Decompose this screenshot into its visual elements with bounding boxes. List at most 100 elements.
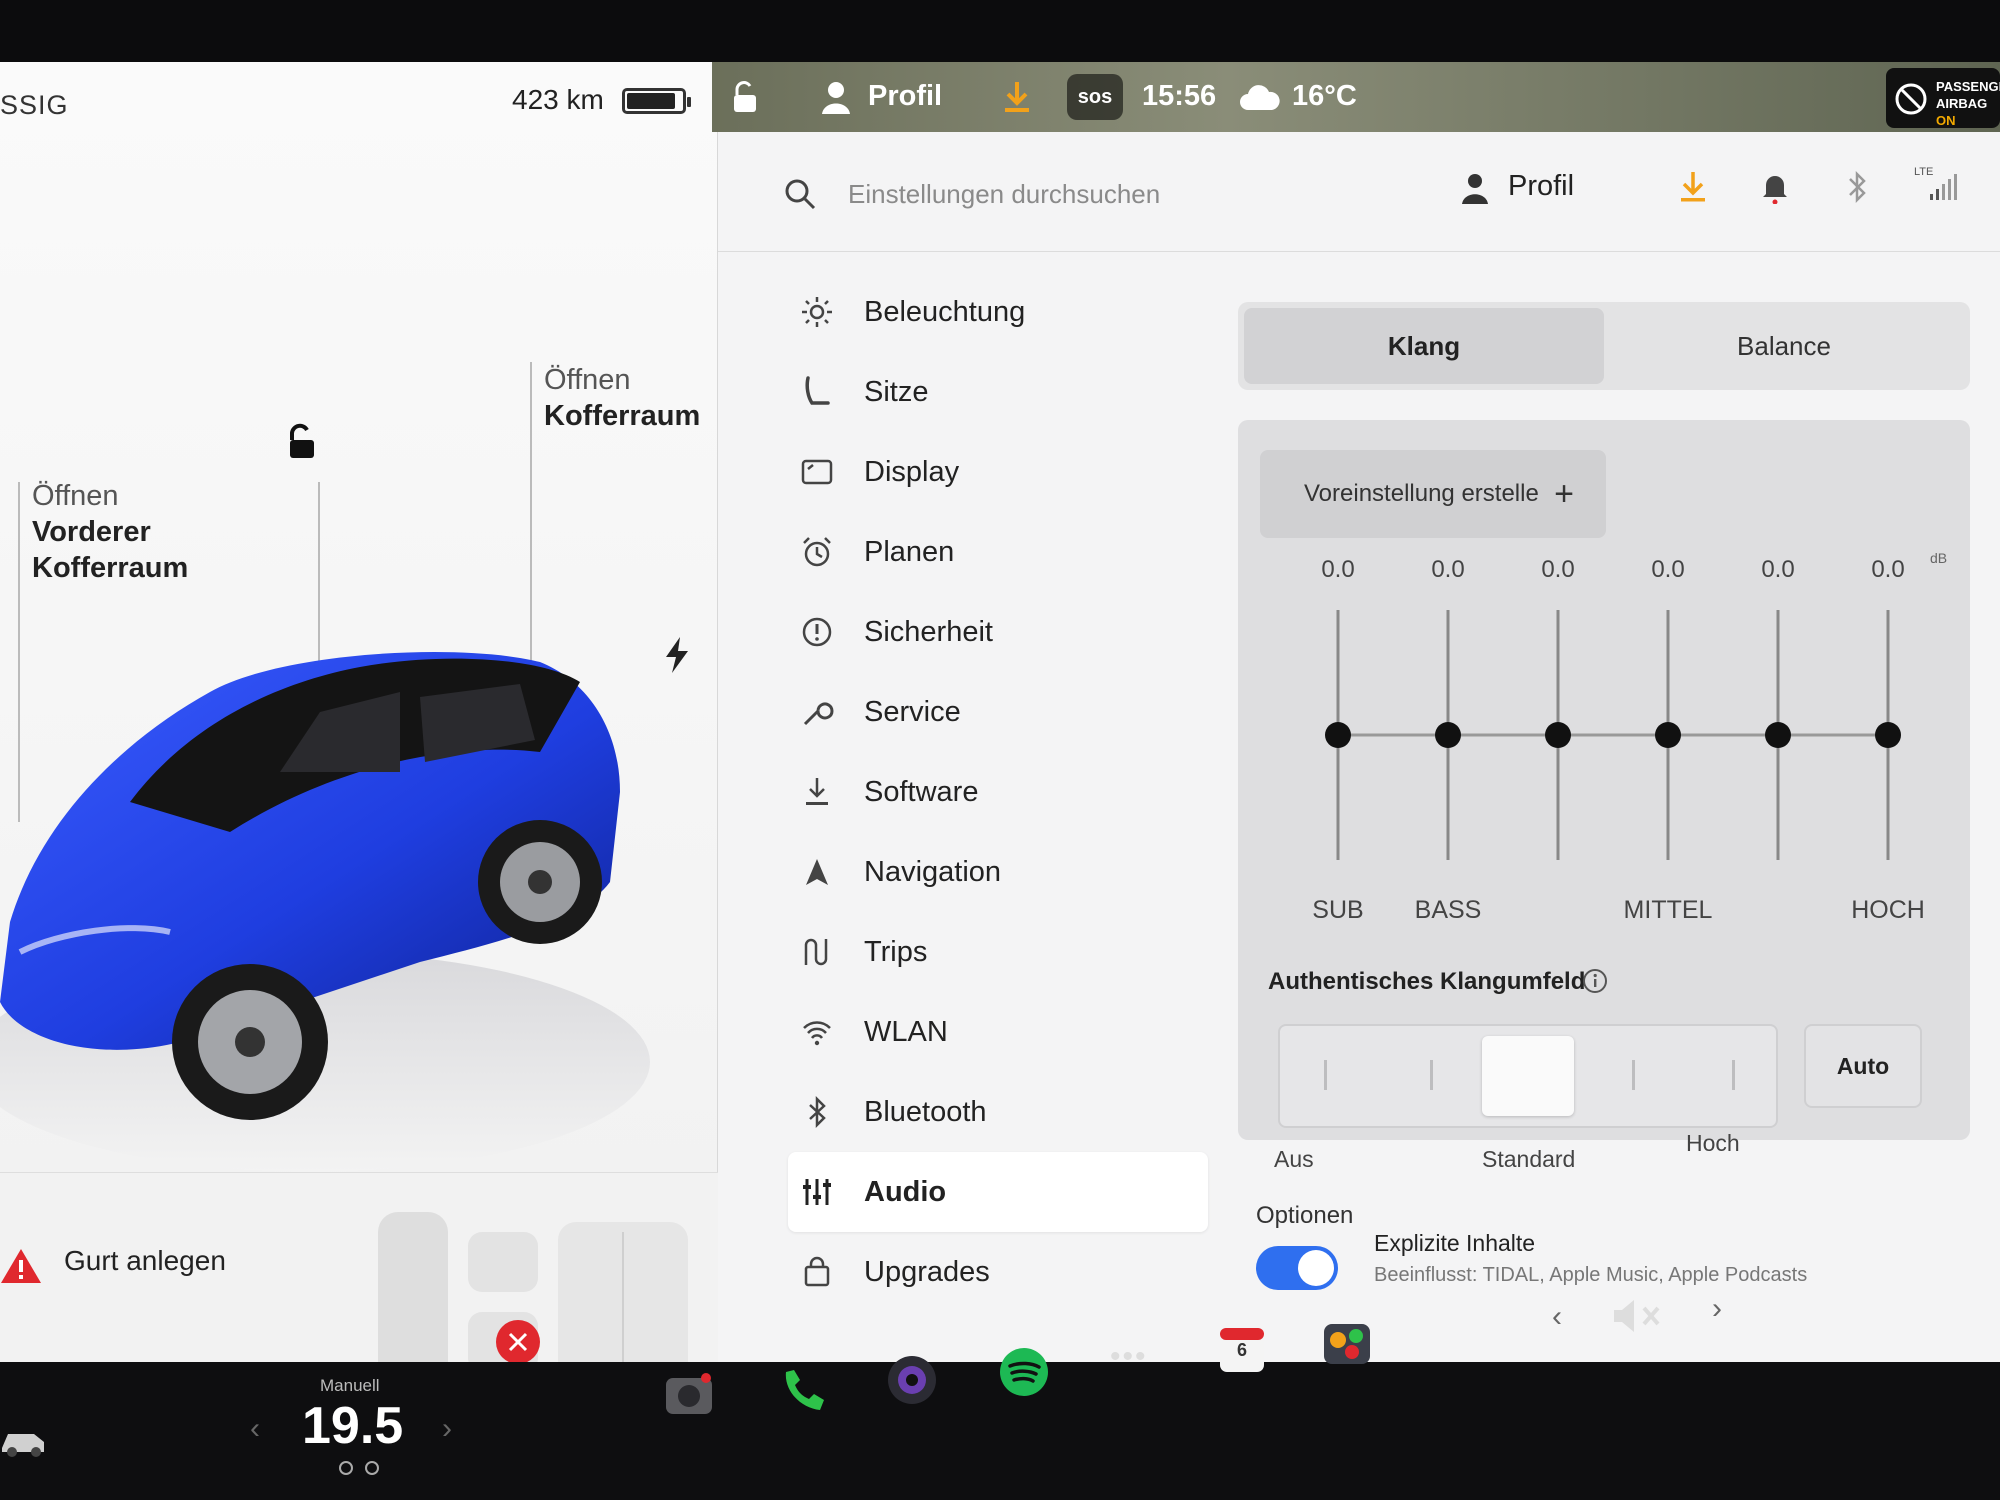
car-controls-icon[interactable] xyxy=(0,1420,48,1460)
camera-icon[interactable] xyxy=(664,1370,714,1416)
menu-item-software[interactable]: Software xyxy=(788,752,1208,832)
settings-menu: Beleuchtung Sitze Display Planen Sicherh… xyxy=(788,272,1208,1312)
bluetooth-icon[interactable] xyxy=(1840,170,1874,204)
volume-muted-icon[interactable] xyxy=(1612,1298,1666,1334)
menu-label-planen: Planen xyxy=(864,535,955,568)
notification-bell-icon[interactable] xyxy=(1758,170,1792,204)
menu-label-display: Display xyxy=(864,455,960,488)
signal-strength-icon xyxy=(1930,174,1957,200)
seat-heater-icon[interactable] xyxy=(334,1460,384,1476)
header-profile-label[interactable]: Profil xyxy=(1508,170,1574,203)
open-trunk-line1: Öffnen xyxy=(544,364,631,396)
equalizer-sliders[interactable] xyxy=(1238,530,1970,890)
menu-label-service: Service xyxy=(864,695,961,728)
create-preset-label: Voreinstellung erstelle xyxy=(1304,480,1539,507)
soundfield-auto-button[interactable]: Auto xyxy=(1804,1024,1922,1108)
settings-panel: Profil LTE xyxy=(718,132,2000,1362)
menu-item-planen[interactable]: Planen xyxy=(788,512,1208,592)
airbag-line1: PASSENGE xyxy=(1936,79,2000,94)
alarm-clock-icon xyxy=(803,537,831,567)
more-apps-icon[interactable]: ••• xyxy=(1110,1340,1148,1374)
battery-icon xyxy=(622,88,691,114)
brightness-icon xyxy=(802,297,832,327)
settings-search-input[interactable] xyxy=(848,176,1368,212)
menu-item-upgrades[interactable]: Upgrades xyxy=(788,1232,1208,1312)
trips-icon xyxy=(804,938,828,966)
spotify-icon[interactable] xyxy=(998,1346,1050,1398)
download-icon[interactable] xyxy=(1002,80,1032,114)
car-3d-model xyxy=(0,652,650,1172)
download-icon xyxy=(806,778,828,805)
create-preset-button[interactable]: Voreinstellung erstelle + xyxy=(1260,450,1606,538)
eq-handle-mittel[interactable] xyxy=(1655,722,1681,748)
alert-circle-icon xyxy=(802,617,832,647)
soundfield-tick xyxy=(1632,1060,1635,1090)
display-icon xyxy=(801,459,833,485)
open-trunk-button[interactable]: Öffnen Kofferraum xyxy=(544,362,700,434)
menu-item-trips[interactable]: Trips xyxy=(788,912,1208,992)
seatbelt-warning-text: Gurt anlegen xyxy=(64,1245,226,1276)
eq-handle-low-mid[interactable] xyxy=(1545,722,1571,748)
download-icon[interactable] xyxy=(1676,170,1710,204)
explicit-content-toggle[interactable] xyxy=(1256,1246,1338,1290)
open-frunk-button[interactable]: Öffnen Vorderer Kofferraum xyxy=(32,478,188,586)
toggle-knob xyxy=(1298,1250,1334,1286)
search-icon[interactable] xyxy=(784,178,816,210)
tab-klang[interactable]: Klang xyxy=(1244,308,1604,384)
clock-time: 15:56 xyxy=(1142,80,1217,112)
menu-item-navigation[interactable]: Navigation xyxy=(788,832,1208,912)
menu-item-sicherheit[interactable]: Sicherheit xyxy=(788,592,1208,672)
open-frunk-line1: Öffnen xyxy=(32,480,119,512)
menu-item-beleuchtung[interactable]: Beleuchtung xyxy=(788,272,1208,352)
climate-increase-chevron[interactable]: › xyxy=(442,1412,452,1446)
status-profile-label[interactable]: Profil xyxy=(868,80,942,113)
menu-item-audio[interactable]: Audio xyxy=(788,1152,1208,1232)
phone-icon[interactable] xyxy=(778,1366,828,1416)
wifi-icon xyxy=(803,1021,831,1046)
volume-decrease-chevron[interactable]: ‹ xyxy=(1552,1300,1562,1334)
settings-header: Profil LTE xyxy=(718,132,2000,252)
menu-label-navigation: Navigation xyxy=(864,855,1002,888)
menu-item-bluetooth[interactable]: Bluetooth xyxy=(788,1072,1208,1152)
navigation-arrow-icon xyxy=(806,859,828,885)
seat-icon xyxy=(805,376,830,405)
airbag-icon xyxy=(1895,83,1927,115)
profile-icon[interactable] xyxy=(1460,172,1490,204)
menu-label-beleuchtung: Beleuchtung xyxy=(864,295,1026,328)
cloud-icon xyxy=(1240,85,1280,110)
dashcam-viewer-icon[interactable] xyxy=(886,1354,938,1406)
plus-icon: + xyxy=(1554,475,1574,513)
band-label-hoch: HOCH xyxy=(1851,896,1925,924)
climate-temperature[interactable]: 19.5 xyxy=(302,1396,403,1456)
tesla-screen: SSIG 423 km Öffnen Kofferraum Öffnen Vor… xyxy=(0,62,2000,1362)
climate-decrease-chevron[interactable]: ‹ xyxy=(250,1412,260,1446)
battery-fill xyxy=(627,93,675,109)
menu-label-sitze: Sitze xyxy=(864,375,929,408)
info-icon[interactable] xyxy=(1582,968,1608,994)
wrench-icon xyxy=(803,702,834,726)
soundfield-label: Authentisches Klangumfeld xyxy=(1268,968,1586,995)
band-label-bass: BASS xyxy=(1414,896,1482,924)
menu-item-display[interactable]: Display xyxy=(788,432,1208,512)
toybox-icon[interactable] xyxy=(1322,1316,1372,1366)
sos-button[interactable]: sos xyxy=(1067,74,1123,120)
menu-item-service[interactable]: Service xyxy=(788,672,1208,752)
unlock-icon[interactable] xyxy=(730,80,760,114)
eq-handle-hoch[interactable] xyxy=(1875,722,1901,748)
menu-label-upgrades: Upgrades xyxy=(864,1255,990,1288)
eq-handle-bass[interactable] xyxy=(1435,722,1461,748)
menu-item-wlan[interactable]: WLAN xyxy=(788,992,1208,1072)
profile-icon[interactable] xyxy=(820,80,852,114)
volume-increase-chevron[interactable]: › xyxy=(1712,1292,1722,1326)
soundfield-slider[interactable] xyxy=(1278,1024,1778,1128)
eq-handle-high-mid[interactable] xyxy=(1765,722,1791,748)
menu-label-software: Software xyxy=(864,775,979,808)
seat-occupancy-diagram xyxy=(378,1212,688,1362)
unlock-icon[interactable] xyxy=(282,422,322,462)
menu-item-sitze[interactable]: Sitze xyxy=(788,352,1208,432)
tab-balance[interactable]: Balance xyxy=(1604,308,1964,384)
passenger-airbag-indicator: PASSENGE AIRBAG ON xyxy=(1886,68,2000,128)
soundfield-caption-aus: Aus xyxy=(1274,1146,1314,1172)
soundfield-slider-handle[interactable] xyxy=(1482,1036,1574,1116)
eq-handle-sub[interactable] xyxy=(1325,722,1351,748)
